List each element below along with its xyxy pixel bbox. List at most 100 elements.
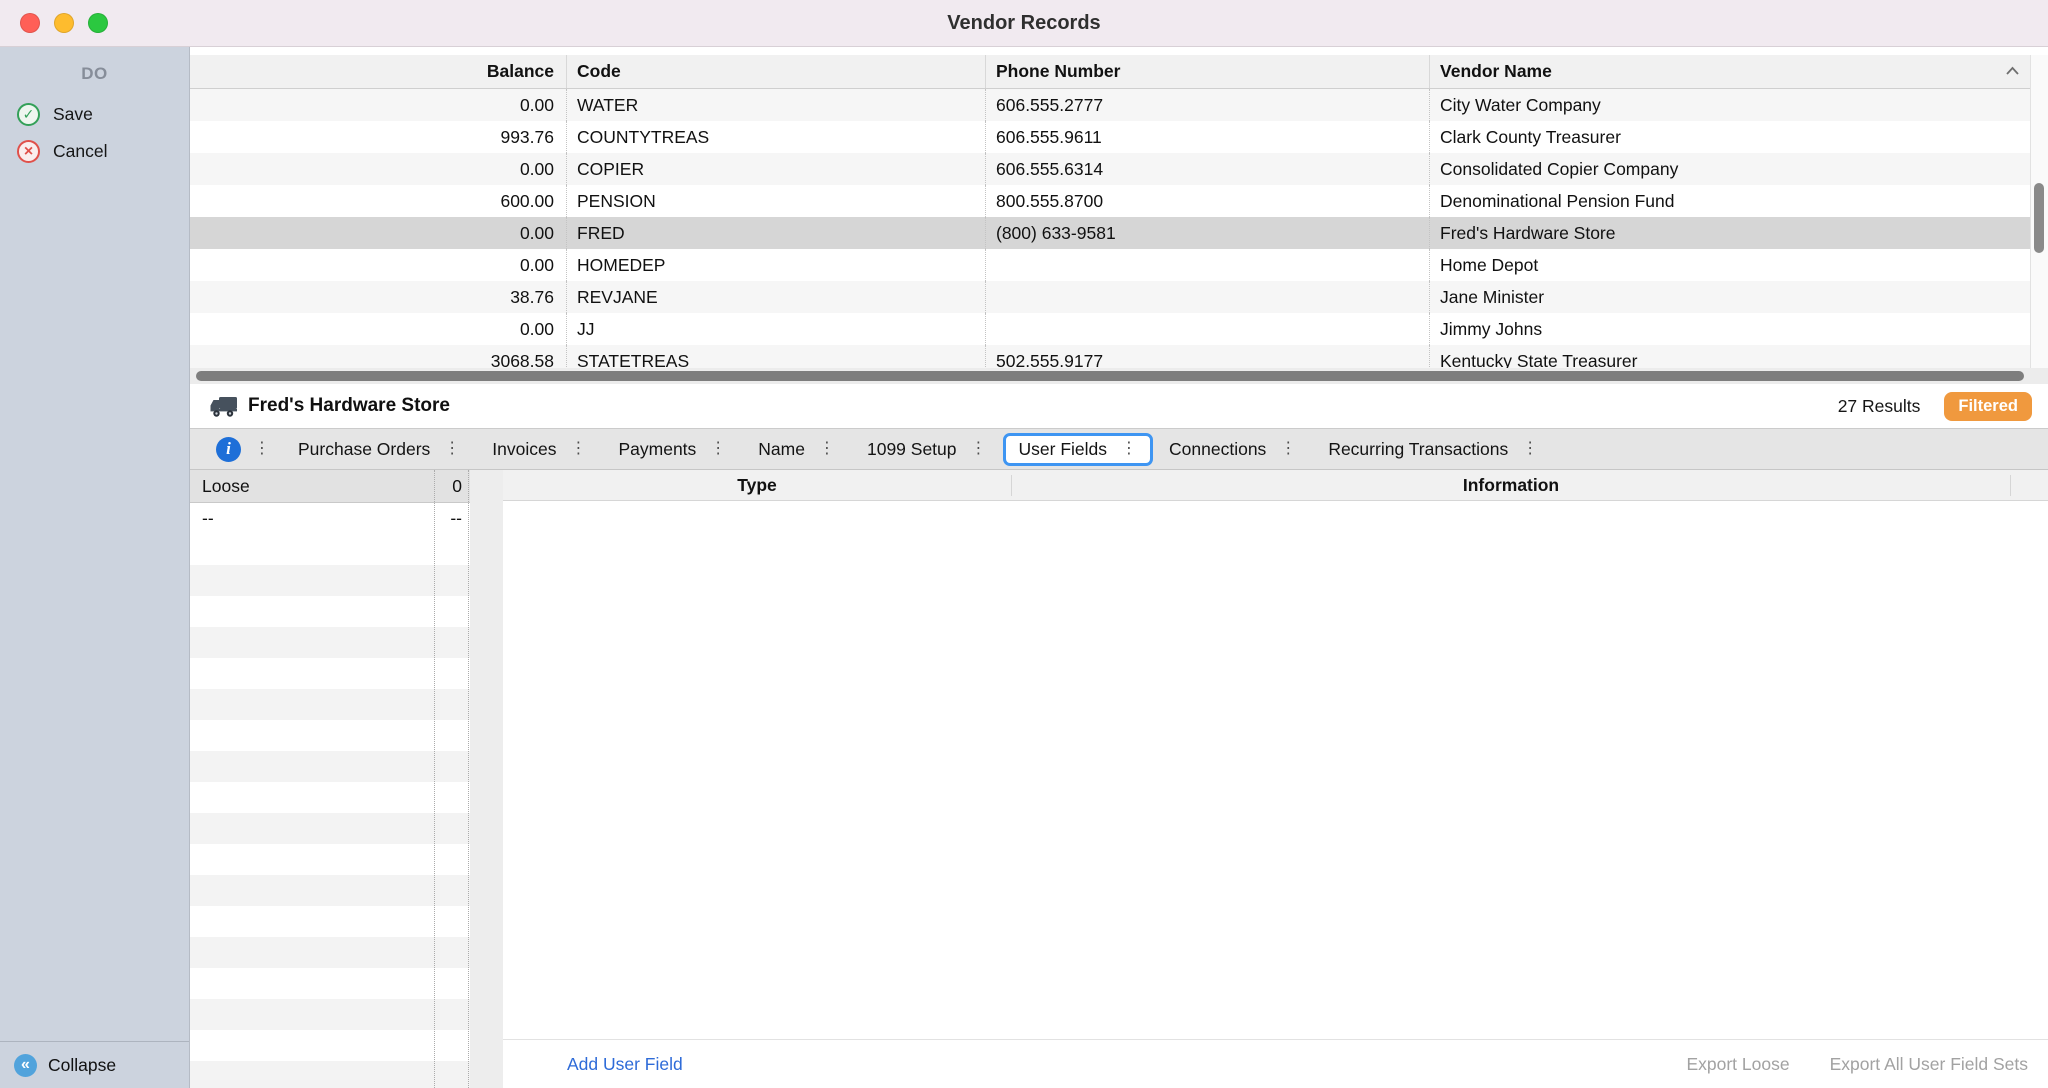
vendor-row[interactable]: 0.00 JJ Jimmy Johns (190, 313, 2048, 345)
truck-icon (209, 396, 238, 418)
collapse-label: Collapse (48, 1055, 116, 1076)
vendor-balance-cell: 993.76 (190, 121, 567, 153)
tab-menu-icon[interactable]: ⋮ (710, 441, 726, 457)
tab-label: 1099 Setup (867, 439, 957, 460)
export-all-user-field-sets-button[interactable]: Export All User Field Sets (1830, 1054, 2028, 1075)
traffic-lights (20, 13, 108, 33)
vendor-phone-cell: 800.555.8700 (986, 185, 1430, 217)
app-body: DO ✓ Save × Cancel « Collapse Balance Co… (0, 47, 2048, 1088)
vendor-name-cell: Denominational Pension Fund (1430, 185, 2048, 217)
field-set-empty-stripes (190, 534, 470, 1088)
save-button-label: Save (53, 104, 93, 125)
tab-menu-icon[interactable]: ⋮ (570, 441, 586, 457)
user-fields-pane: Loose 0 -- -- Type Information (190, 470, 2048, 1088)
record-tab[interactable]: 1099 Setup ⋮ (851, 433, 1003, 466)
vendor-phone-cell: 606.555.6314 (986, 153, 1430, 185)
vendor-row[interactable]: 600.00 PENSION 800.555.8700 Denomination… (190, 185, 2048, 217)
column-header-code[interactable]: Code (567, 55, 986, 88)
tab-menu-icon[interactable]: ⋮ (1121, 441, 1137, 457)
record-tab[interactable]: Invoices ⋮ (476, 433, 602, 466)
vendor-balance-cell: 0.00 (190, 217, 567, 249)
zoom-window-button[interactable] (88, 13, 108, 33)
minimize-window-button[interactable] (54, 13, 74, 33)
column-header-vendor-name-label: Vendor Name (1440, 61, 1552, 82)
field-set-edge-divider (468, 470, 469, 1088)
horizontal-scrollbar-thumb[interactable] (196, 371, 2024, 381)
tab-menu-icon[interactable]: ⋮ (819, 441, 835, 457)
vendor-phone-cell: (800) 633-9581 (986, 217, 1430, 249)
window-titlebar: Vendor Records (0, 0, 2048, 47)
sidebar-header-do: DO (0, 47, 189, 96)
record-tabbar: i ⋮ Purchase Orders ⋮ Invoices ⋮ (190, 428, 2048, 470)
column-header-type[interactable]: Type (503, 475, 1012, 496)
tab-menu-icon[interactable]: ⋮ (444, 441, 460, 457)
results-count: 27 Results (1838, 396, 1921, 417)
vendor-list: Balance Code Phone Number Vendor Name 0.… (190, 47, 2048, 368)
tab-label: Payments (618, 439, 696, 460)
column-header-phone[interactable]: Phone Number (986, 55, 1430, 88)
record-tab[interactable]: Payments ⋮ (602, 433, 742, 466)
column-header-information[interactable]: Information (1012, 475, 2011, 496)
record-tab[interactable]: Purchase Orders ⋮ (282, 433, 476, 466)
field-set-row-name: -- (190, 508, 436, 529)
tab-label: Connections (1169, 439, 1266, 460)
save-button[interactable]: ✓ Save (0, 96, 189, 133)
filtered-badge[interactable]: Filtered (1944, 392, 2032, 421)
vendor-balance-cell: 600.00 (190, 185, 567, 217)
record-tab[interactable]: Recurring Transactions ⋮ (1312, 433, 1554, 466)
info-chip: i ⋮ (216, 437, 270, 462)
vendor-list-header: Balance Code Phone Number Vendor Name (190, 55, 2048, 89)
field-set-list: Loose 0 -- -- (190, 470, 470, 1088)
vertical-scrollbar-track[interactable] (2030, 55, 2048, 368)
tab-label: User Fields (1019, 439, 1108, 460)
field-set-list-header: Loose 0 (190, 470, 470, 503)
tab-menu-icon[interactable]: ⋮ (971, 441, 987, 457)
vendor-name-cell: Kentucky State Treasurer (1430, 345, 2048, 368)
vendor-row[interactable]: 0.00 COPIER 606.555.6314 Consolidated Co… (190, 153, 2048, 185)
record-header: Fred's Hardware Store 27 Results Filtere… (190, 384, 2048, 428)
column-header-vendor-name[interactable]: Vendor Name (1430, 55, 2048, 88)
close-window-button[interactable] (20, 13, 40, 33)
field-set-header-count: 0 (436, 476, 470, 497)
window-title: Vendor Records (0, 12, 2048, 35)
cancel-button-label: Cancel (53, 141, 107, 162)
tab-menu-icon[interactable]: ⋮ (1522, 441, 1538, 457)
cancel-x-icon: × (17, 140, 40, 163)
record-tab[interactable]: User Fields ⋮ (1003, 433, 1154, 466)
vendor-phone-cell (986, 249, 1430, 281)
field-set-row[interactable]: -- -- (190, 503, 470, 534)
vendor-row[interactable]: 3068.58 STATETREAS 502.555.9177 Kentucky… (190, 345, 2048, 368)
info-icon[interactable]: i (216, 437, 241, 462)
vendor-balance-cell: 0.00 (190, 313, 567, 345)
vendor-row[interactable]: 0.00 HOMEDEP Home Depot (190, 249, 2048, 281)
pane-splitter[interactable] (470, 470, 503, 1088)
info-menu-icon[interactable]: ⋮ (254, 441, 270, 457)
vendor-phone-cell: 502.555.9177 (986, 345, 1430, 368)
vendor-code-cell: STATETREAS (567, 345, 986, 368)
vendor-row[interactable]: 38.76 REVJANE Jane Minister (190, 281, 2048, 313)
tab-menu-icon[interactable]: ⋮ (1280, 441, 1296, 457)
tab-strip: Purchase Orders ⋮ Invoices ⋮ Payments ⋮ (282, 433, 1554, 466)
vendor-row[interactable]: 0.00 WATER 606.555.2777 City Water Compa… (190, 89, 2048, 121)
vendor-code-cell: WATER (567, 89, 986, 121)
vendor-phone-cell (986, 313, 1430, 345)
collapse-sidebar-button[interactable]: « Collapse (0, 1041, 189, 1088)
add-user-field-link[interactable]: Add User Field (567, 1054, 683, 1075)
record-tab[interactable]: Name ⋮ (742, 433, 851, 466)
vendor-row[interactable]: 993.76 COUNTYTREAS 606.555.9611 Clark Co… (190, 121, 2048, 153)
horizontal-scrollbar-track[interactable] (190, 368, 2048, 384)
vendor-rows: 0.00 WATER 606.555.2777 City Water Compa… (190, 89, 2048, 368)
vendor-code-cell: COPIER (567, 153, 986, 185)
vertical-scrollbar-thumb[interactable] (2034, 183, 2044, 253)
vendor-row[interactable]: 0.00 FRED (800) 633-9581 Fred's Hardware… (190, 217, 2048, 249)
vendor-code-cell: HOMEDEP (567, 249, 986, 281)
cancel-button[interactable]: × Cancel (0, 133, 189, 170)
tab-label: Recurring Transactions (1328, 439, 1508, 460)
vendor-phone-cell: 606.555.9611 (986, 121, 1430, 153)
record-tab[interactable]: Connections ⋮ (1153, 433, 1312, 466)
export-loose-button[interactable]: Export Loose (1686, 1054, 1789, 1075)
vendor-code-cell: FRED (567, 217, 986, 249)
column-header-balance[interactable]: Balance (190, 55, 567, 88)
tab-label: Purchase Orders (298, 439, 430, 460)
tab-label: Name (758, 439, 805, 460)
